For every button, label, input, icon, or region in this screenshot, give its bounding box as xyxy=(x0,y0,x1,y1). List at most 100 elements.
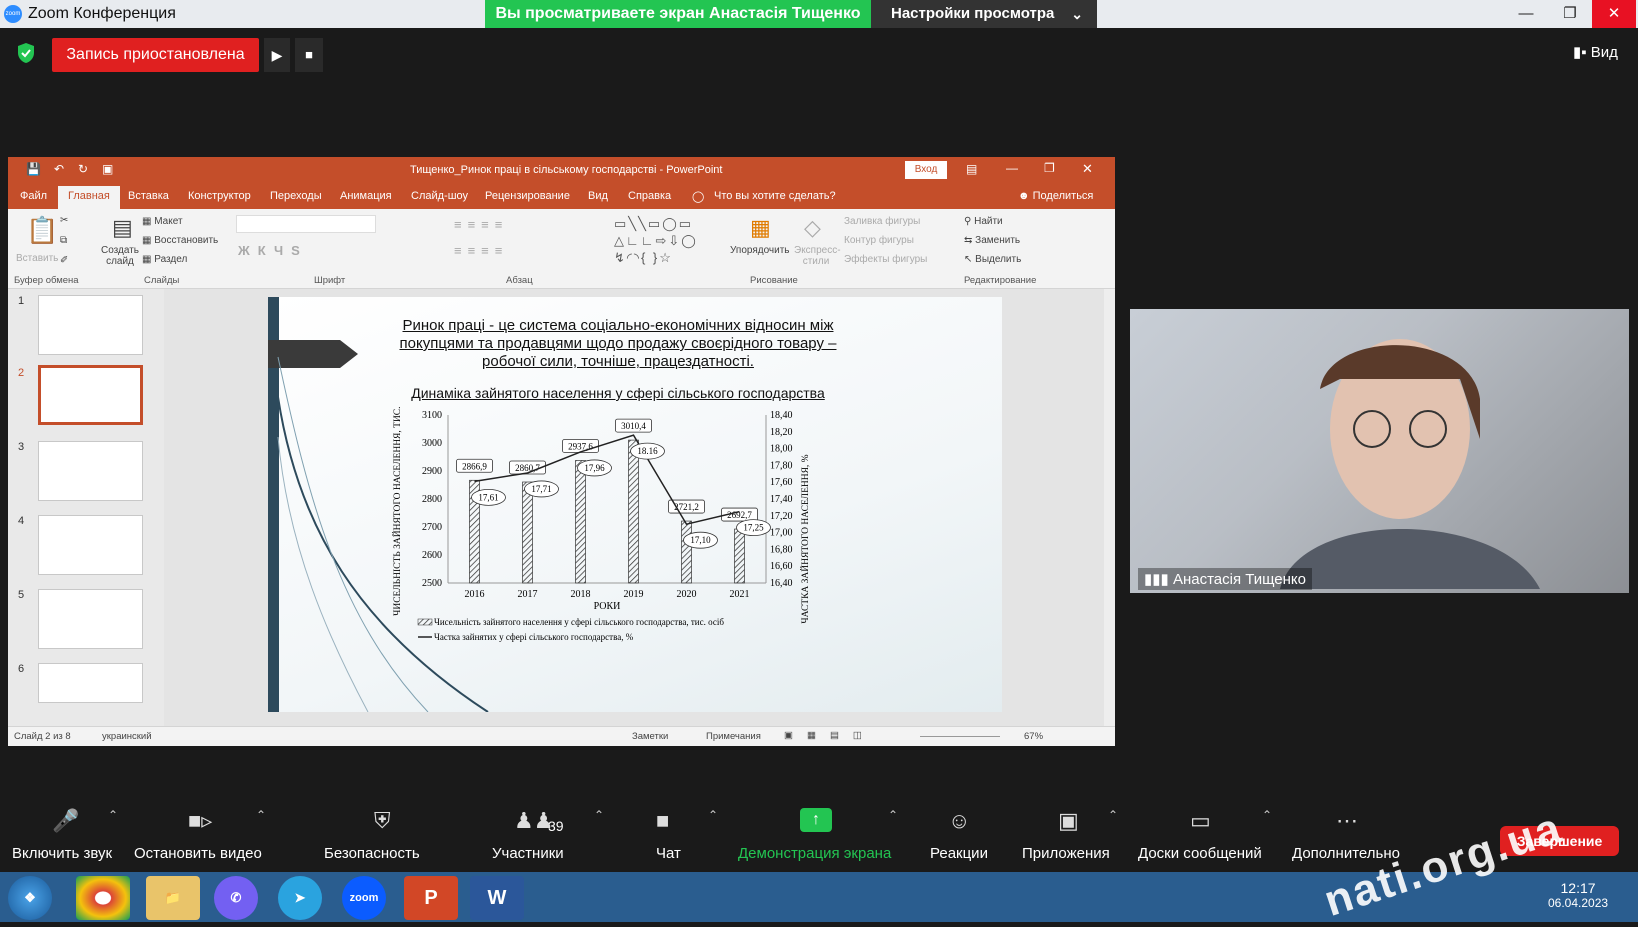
stop-video-button[interactable]: Остановить видео xyxy=(134,845,262,862)
paragraph-list-buttons[interactable]: ≡≡≡≡ xyxy=(454,217,508,232)
paragraph-align-buttons[interactable]: ≡≡≡≡ xyxy=(454,243,508,258)
chevron-up-icon[interactable]: ⌃ xyxy=(1262,808,1272,822)
close-button[interactable]: ✕ xyxy=(1592,0,1636,28)
new-slide-icon[interactable]: ▤ xyxy=(112,215,133,241)
tab-file[interactable]: Файл xyxy=(20,190,47,202)
section-button[interactable]: ▦ Раздел xyxy=(142,254,187,265)
new-slide-button[interactable]: Создать слайд xyxy=(100,245,140,267)
whiteboards-button[interactable]: Доски сообщений xyxy=(1138,845,1262,862)
zoom-level[interactable]: 67% xyxy=(1024,731,1043,742)
slide-thumbnail[interactable] xyxy=(38,589,143,649)
tab-insert[interactable]: Вставка xyxy=(128,190,169,202)
shape-outline-button[interactable]: Контур фигуры xyxy=(844,235,914,246)
view-settings-button[interactable]: Настройки просмотра ⌄ xyxy=(871,0,1097,28)
shapes-gallery[interactable]: ▭╲╲▭◯▭ △∟∟⇨⇩◯ ↯◜◝{ }☆ xyxy=(614,215,724,266)
reset-button[interactable]: ▦ Восстановить xyxy=(142,235,218,246)
view-mode-icons[interactable]: ▣▦▤◫ xyxy=(784,730,876,741)
viber-icon[interactable]: ✆ xyxy=(214,876,258,920)
apps-button[interactable]: Приложения xyxy=(1022,845,1110,862)
notes-button[interactable]: Заметки xyxy=(632,731,668,742)
save-icon[interactable]: 💾 xyxy=(26,162,41,176)
ppt-minimize-button[interactable]: — xyxy=(1006,161,1018,175)
chat-button[interactable]: Чат xyxy=(656,845,681,862)
quick-styles-button[interactable]: Экспресс-стили xyxy=(794,245,841,267)
system-clock[interactable]: 12:17 06.04.2023 xyxy=(1548,880,1608,910)
select-button[interactable]: ↖ Выделить xyxy=(964,254,1021,265)
find-button[interactable]: ⚲ Найти xyxy=(964,216,1003,227)
slideshow-start-icon[interactable]: ▣ xyxy=(102,162,113,176)
ppt-close-button[interactable]: ✕ xyxy=(1082,161,1093,177)
tab-animations[interactable]: Анимация xyxy=(340,190,392,202)
chevron-up-icon[interactable]: ⌃ xyxy=(256,808,266,822)
font-name-select[interactable] xyxy=(236,215,376,233)
arrange-icon[interactable]: ▦ xyxy=(750,215,771,241)
tab-view[interactable]: Вид xyxy=(588,190,608,202)
slide-thumbnail[interactable] xyxy=(38,441,143,501)
word-icon[interactable]: W xyxy=(470,876,524,920)
chevron-up-icon[interactable]: ⌃ xyxy=(1108,808,1118,822)
shield-icon[interactable]: ⛨ xyxy=(374,808,391,834)
chrome-icon[interactable] xyxy=(76,876,130,920)
layout-button[interactable]: ▦ Макет xyxy=(142,216,183,227)
share-screen-button[interactable]: Демонстрация экрана xyxy=(738,845,891,862)
unmute-button[interactable]: Включить звук xyxy=(12,845,112,862)
cut-icon[interactable]: ✂ xyxy=(60,215,68,226)
ppt-share-button[interactable]: ☻ Поделиться xyxy=(1018,190,1093,202)
quick-styles-icon[interactable]: ◇ xyxy=(804,215,821,241)
mic-muted-icon[interactable]: 🎤 xyxy=(52,808,79,834)
whiteboard-icon[interactable]: ▭ xyxy=(1190,808,1211,834)
share-screen-icon[interactable]: ↑ xyxy=(800,808,832,832)
ppt-login-button[interactable]: Вход xyxy=(905,161,947,179)
zoom-slider[interactable] xyxy=(920,736,1000,737)
file-explorer-icon[interactable]: 📁 xyxy=(146,876,200,920)
comments-button[interactable]: Примечания xyxy=(706,731,761,742)
paste-icon[interactable]: 📋 xyxy=(26,215,58,246)
paste-button[interactable]: Вставить xyxy=(16,253,58,264)
vertical-scrollbar[interactable] xyxy=(1104,289,1115,726)
reactions-icon[interactable]: ☺ xyxy=(948,808,970,834)
undo-icon[interactable]: ↶ xyxy=(54,162,64,176)
tell-me-search[interactable]: Что вы хотите сделать? xyxy=(714,190,836,202)
replace-button[interactable]: ⇆ Заменить xyxy=(964,235,1020,246)
stop-recording-button[interactable]: ■ xyxy=(295,38,323,72)
tab-transitions[interactable]: Переходы xyxy=(270,190,322,202)
tab-slideshow[interactable]: Слайд-шоу xyxy=(411,190,468,202)
participants-button[interactable]: Участники xyxy=(492,845,564,862)
video-camera-icon[interactable]: ■▹ xyxy=(188,808,212,834)
chat-icon[interactable]: ■ xyxy=(656,808,669,834)
restore-button[interactable]: ❐ xyxy=(1548,0,1592,28)
minimize-button[interactable]: — xyxy=(1504,0,1548,28)
shape-fill-button[interactable]: Заливка фигуры xyxy=(844,216,920,227)
tab-design[interactable]: Конструктор xyxy=(188,190,251,202)
shape-effects-button[interactable]: Эффекты фигуры xyxy=(844,254,927,265)
zoom-app-icon[interactable]: zoom xyxy=(342,876,386,920)
recording-status-button[interactable]: Запись приостановлена xyxy=(52,38,259,72)
apps-icon[interactable]: ▣ xyxy=(1058,808,1079,834)
ribbon-display-icon[interactable]: ▤ xyxy=(966,162,977,176)
chevron-up-icon[interactable]: ⌃ xyxy=(888,808,898,822)
copy-icon[interactable]: ⧉ xyxy=(60,235,67,246)
tab-help[interactable]: Справка xyxy=(628,190,671,202)
font-format-buttons[interactable]: ЖКЧS xyxy=(238,243,308,258)
slide-thumbnail[interactable] xyxy=(38,295,143,355)
chevron-up-icon[interactable]: ⌃ xyxy=(708,808,718,822)
participant-video-tile[interactable]: ▮▮▮ Анастасія Тищенко xyxy=(1130,309,1629,593)
slide-thumbnail[interactable] xyxy=(38,663,143,703)
redo-icon[interactable]: ↻ xyxy=(78,162,88,176)
tab-home[interactable]: Главная xyxy=(58,186,120,209)
more-icon[interactable]: ⋯ xyxy=(1336,808,1358,834)
slide-thumbnail-selected[interactable] xyxy=(38,365,143,425)
arrange-button[interactable]: Упорядочить xyxy=(730,245,790,256)
ppt-restore-button[interactable]: ❐ xyxy=(1044,161,1055,175)
start-button-icon[interactable]: ❖ xyxy=(8,876,52,920)
language-indicator[interactable]: украинский xyxy=(102,731,152,742)
security-button[interactable]: Безопасность xyxy=(324,845,420,862)
tab-review[interactable]: Рецензирование xyxy=(485,190,570,202)
resume-recording-button[interactable]: ▶ xyxy=(264,38,290,72)
slide-thumbnail[interactable] xyxy=(38,515,143,575)
chevron-up-icon[interactable]: ⌃ xyxy=(108,808,118,822)
powerpoint-icon[interactable]: P xyxy=(404,876,458,920)
chevron-up-icon[interactable]: ⌃ xyxy=(594,808,604,822)
format-painter-icon[interactable]: ✐ xyxy=(60,255,68,266)
reactions-button[interactable]: Реакции xyxy=(930,845,988,862)
